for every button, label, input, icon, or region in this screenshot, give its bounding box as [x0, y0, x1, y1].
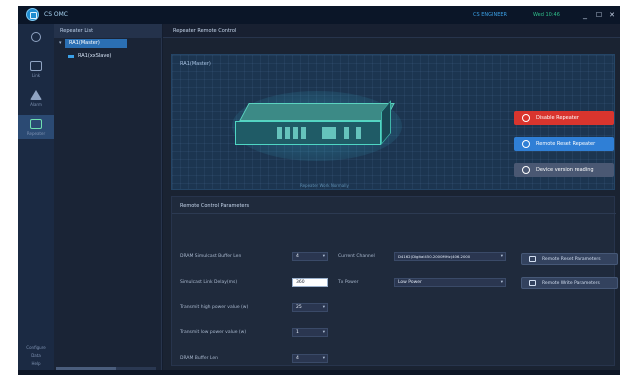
port-icon [285, 127, 290, 139]
disable-repeater-button[interactable]: Disable Repeater [514, 111, 614, 125]
repeater-list-header: Repeater List [54, 24, 162, 38]
chevron-down-icon: ▾ [500, 254, 503, 259]
nav-rail: Link Alarm Repeater Configure Data Help [18, 24, 54, 375]
tree-node-slave[interactable]: RA1(xxSlave) [78, 52, 138, 61]
current-user[interactable]: CS ENGINEER [473, 12, 507, 18]
chevron-down-icon: ▾ [322, 330, 325, 335]
port-icon [293, 127, 298, 139]
dram-buffer-value: 4 [296, 356, 299, 361]
globe-logo-icon [26, 8, 39, 21]
dram-simulcast-select[interactable]: 4 ▾ [292, 252, 328, 261]
dram-buffer-select[interactable]: 4 ▾ [292, 354, 328, 363]
chevron-down-icon: ▾ [322, 356, 325, 361]
chevron-down-icon: ▾ [322, 305, 325, 310]
repeater-icon [30, 119, 42, 129]
write-params-button[interactable]: Remote Write Parameters [521, 277, 618, 289]
low-power-label: Transmit low power value (w) [180, 330, 247, 335]
user-icon [31, 32, 41, 42]
rail-item-label: Link [31, 73, 41, 78]
close-button[interactable]: ✕ [607, 10, 617, 20]
current-channel-value: D4162(Digital450.2000MHz)406.2000 [398, 254, 471, 259]
reset-repeater-label: Remote Reset Repeater [536, 141, 596, 147]
tx-power-select[interactable]: Low Power ▾ [394, 278, 506, 287]
port-icon [356, 127, 361, 139]
current-channel-label: Current Channel [338, 254, 375, 259]
main-content: Repeater Remote Control RA1(Master) Repe… [163, 24, 620, 375]
rail-configure[interactable]: Configure [18, 345, 54, 350]
simulcast-delay-label: Simulcast Link Delay(ms) [180, 280, 238, 285]
minimize-button[interactable]: _ [580, 10, 590, 20]
port-icon [322, 127, 336, 139]
rail-help[interactable]: Help [18, 361, 54, 366]
rail-data[interactable]: Data [18, 353, 54, 358]
simulcast-delay-input[interactable]: 360 [292, 278, 328, 287]
remote-params-panel: Remote Control Parameters DRAM Simulcast… [171, 196, 618, 366]
chevron-down-icon: ▾ [500, 280, 503, 285]
rail-item-user[interactable] [18, 28, 54, 52]
high-power-value: 25 [296, 305, 302, 310]
tree-node-master[interactable]: RA1(Master) [65, 39, 127, 48]
expand-caret-icon[interactable]: ▾ [59, 40, 62, 46]
divider [172, 213, 616, 214]
port-icon [277, 127, 282, 139]
warning-icon [30, 90, 42, 100]
device-status-text: Repeater Work Normally [300, 183, 349, 188]
version-reading-label: Device version reading [536, 167, 594, 173]
camera-icon [529, 256, 536, 262]
tx-power-label: Tx Power [338, 280, 359, 285]
high-power-label: Transmit high power value (w) [180, 305, 249, 310]
low-power-value: 1 [296, 330, 299, 335]
dram-simulcast-label: DRAM Simulcast Buffer Len [180, 254, 242, 259]
app-title: CS OMC [44, 11, 68, 18]
clock-text: Wed 10:46 [533, 12, 560, 18]
port-icon [344, 127, 349, 139]
rail-item-alarm[interactable]: Alarm [18, 86, 54, 110]
reset-params-button[interactable]: Remote Reset Parameters [521, 253, 618, 265]
reset-params-label: Remote Reset Parameters [542, 257, 601, 262]
status-bar [18, 370, 620, 375]
disk-icon [522, 166, 530, 174]
port-icon [301, 127, 306, 139]
repeater-list-panel: Repeater List ▾ RA1(Master) RA1(xxSlave) [54, 24, 162, 375]
page-title: Repeater Remote Control [163, 24, 620, 38]
device-panel: RA1(Master) Repeater Work Normally Disab… [171, 54, 615, 190]
params-title: Remote Control Parameters [180, 203, 250, 209]
disable-repeater-label: Disable Repeater [536, 115, 579, 121]
edit-icon [529, 280, 536, 286]
device-label: RA1(Master) [180, 61, 211, 67]
version-reading-button[interactable]: Device version reading [514, 163, 614, 177]
dram-buffer-label: DRAM Buffer Len [180, 356, 218, 361]
reset-icon [522, 140, 530, 148]
high-power-select[interactable]: 25 ▾ [292, 303, 328, 312]
dram-simulcast-value: 4 [296, 254, 299, 259]
link-icon [30, 61, 42, 71]
title-bar: CS OMC CS ENGINEER Wed 10:46 _ ☐ ✕ [18, 6, 620, 24]
prohibit-icon [522, 114, 530, 122]
rail-item-link[interactable]: Link [18, 57, 54, 81]
tx-power-value: Low Power [398, 280, 422, 285]
rail-item-label: Repeater [26, 131, 46, 136]
app-window: CS OMC CS ENGINEER Wed 10:46 _ ☐ ✕ Link … [18, 6, 620, 375]
repeater-chassis-top [239, 103, 395, 121]
chevron-down-icon: ▾ [322, 254, 325, 259]
device-icon [68, 55, 74, 58]
rail-item-repeater[interactable]: Repeater [18, 115, 54, 139]
current-channel-select[interactable]: D4162(Digital450.2000MHz)406.2000 ▾ [394, 252, 506, 261]
write-params-label: Remote Write Parameters [542, 281, 600, 286]
maximize-button[interactable]: ☐ [594, 10, 604, 20]
reset-repeater-button[interactable]: Remote Reset Repeater [514, 137, 614, 151]
rail-item-label: Alarm [30, 102, 42, 107]
low-power-select[interactable]: 1 ▾ [292, 328, 328, 337]
